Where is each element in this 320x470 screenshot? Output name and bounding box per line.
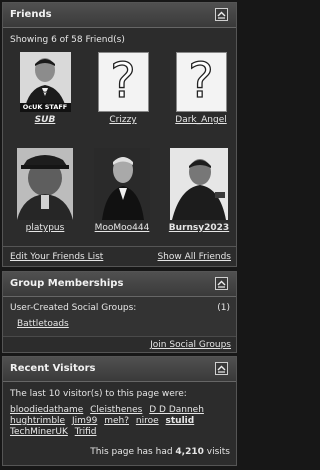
visitor-link[interactable]: meh? bbox=[104, 416, 129, 426]
friends-header: Friends bbox=[3, 3, 236, 28]
social-groups-count: (1) bbox=[217, 303, 230, 313]
visitor-link[interactable]: D D Danneh bbox=[149, 405, 204, 415]
visitor-link[interactable]: bloodiedathame bbox=[10, 405, 83, 415]
friends-panel: Friends Showing 6 of 58 Friend(s) OcUK S… bbox=[2, 2, 237, 267]
friend-card[interactable]: ? Dark_Angel bbox=[166, 52, 236, 125]
group-link[interactable]: Battletoads bbox=[17, 319, 69, 329]
friend-card[interactable]: ? Crizzy bbox=[88, 52, 158, 125]
visitors-title: Recent Visitors bbox=[10, 363, 96, 374]
visitor-link[interactable]: Cleisthenes bbox=[90, 405, 142, 415]
staff-badge: OcUK STAFF bbox=[19, 103, 71, 112]
divider bbox=[3, 246, 236, 247]
show-all-friends-link[interactable]: Show All Friends bbox=[157, 252, 231, 262]
friend-card[interactable]: platypus bbox=[10, 148, 80, 233]
friend-card[interactable]: Burnsy2023 bbox=[164, 148, 234, 233]
friend-name[interactable]: platypus bbox=[10, 223, 80, 233]
collapse-icon[interactable] bbox=[215, 277, 228, 290]
edit-friends-link[interactable]: Edit Your Friends List bbox=[10, 252, 103, 262]
friends-title: Friends bbox=[10, 9, 52, 20]
friend-avatar[interactable] bbox=[17, 148, 73, 220]
friend-name[interactable]: Burnsy2023 bbox=[164, 223, 234, 233]
friend-avatar[interactable]: ? bbox=[175, 52, 227, 112]
social-groups-section: User-Created Social Groups: (1) Battleto… bbox=[3, 297, 236, 337]
join-social-groups-link[interactable]: Join Social Groups bbox=[150, 340, 231, 350]
friend-name[interactable]: MooMoo444 bbox=[87, 223, 157, 233]
visitor-link[interactable]: hughtrimble bbox=[10, 416, 65, 426]
question-mark-icon: ? bbox=[110, 53, 137, 109]
visit-total-suffix: visits bbox=[206, 447, 230, 457]
friend-name[interactable]: Dark_Angel bbox=[166, 115, 236, 125]
visit-total: This page has had 4,210 visits bbox=[90, 447, 230, 457]
visitor-link[interactable]: stulid bbox=[166, 416, 195, 426]
friend-count-text: Showing 6 of 58 Friend(s) bbox=[10, 35, 125, 45]
friend-avatar[interactable]: ? bbox=[97, 52, 149, 112]
friend-card[interactable]: OcUK STAFF SUB bbox=[10, 52, 80, 125]
visitor-link[interactable]: Jim99 bbox=[72, 416, 97, 426]
visitors-header: Recent Visitors bbox=[3, 357, 236, 382]
visit-total-prefix: This page has had bbox=[90, 447, 173, 457]
groups-title: Group Memberships bbox=[10, 278, 124, 289]
friend-avatar[interactable] bbox=[170, 148, 228, 220]
visitor-link[interactable]: Trifid bbox=[75, 427, 97, 437]
visitors-intro: The last 10 visitor(s) to this page were… bbox=[10, 389, 187, 399]
visit-count: 4,210 bbox=[175, 447, 204, 457]
question-mark-icon: ? bbox=[188, 53, 215, 109]
visitor-link[interactable]: TechMinerUK bbox=[10, 427, 68, 437]
friend-avatar[interactable]: OcUK STAFF bbox=[19, 52, 71, 112]
social-groups-label: User-Created Social Groups: bbox=[10, 303, 137, 313]
collapse-icon[interactable] bbox=[215, 362, 228, 375]
friend-card[interactable]: MooMoo444 bbox=[87, 148, 157, 233]
visitor-list: bloodiedathame Cleisthenes D D Danneh hu… bbox=[10, 405, 234, 438]
groups-header: Group Memberships bbox=[3, 272, 236, 297]
group-memberships-panel: Group Memberships User-Created Social Gr… bbox=[2, 271, 237, 353]
friend-name[interactable]: SUB bbox=[10, 115, 80, 125]
collapse-icon[interactable] bbox=[215, 8, 228, 21]
friend-avatar[interactable] bbox=[94, 148, 150, 220]
visitor-link[interactable]: niroe bbox=[136, 416, 159, 426]
recent-visitors-panel: Recent Visitors The last 10 visitor(s) t… bbox=[2, 356, 237, 466]
friend-name[interactable]: Crizzy bbox=[88, 115, 158, 125]
